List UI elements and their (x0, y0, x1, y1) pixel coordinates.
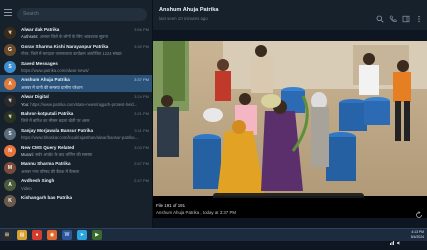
chat-list-item[interactable]: M Mannu Sharma Patrika 2:57 PM अलवर नगर परि… (0, 159, 152, 176)
preview-text: https://www.bhaskar.com/local/rajasthan/… (21, 135, 139, 141)
chat-name: Avdhesh Singh (21, 178, 55, 184)
preview-sender: You: (21, 101, 30, 107)
chat-list-item[interactable]: A Avdhesh Singh 2:47 PM Video (0, 176, 152, 193)
chat-preview: अलवर नगर परिषद की बैठक में फैसला (21, 169, 139, 175)
chat-list-item[interactable]: A Anshum Ahuja Patrika 3:37 PM अलवर में पान… (0, 75, 152, 93)
chat-header[interactable]: Anshum Ahuja Patrika last seen 10 minute… (153, 0, 427, 30)
chat-name: New CMS Query Related (21, 144, 75, 150)
chat-name: Sanjay Morjawala Bansur Patrika (21, 127, 93, 133)
rotate-icon[interactable] (415, 206, 423, 218)
chat-sidebar: Search प Alwar dak Patrika 3:56 PM Authsets… (0, 0, 153, 228)
chat-status: last seen 10 minutes ago (159, 16, 208, 21)
system-clock[interactable]: 4:13 PM 5/4/2024 (411, 230, 424, 239)
media-viewer: 00:02 -00:10 File 191 of 191 Anshum Ahuj… (153, 41, 427, 218)
media-player-icon[interactable]: ▶ (92, 230, 102, 240)
preview-text: अलवर में पानी की समस्या ग्रामीण परेशान (21, 84, 83, 90)
chat-preview: You: https://www.patrika.com/state-news/… (21, 102, 139, 107)
search-icon[interactable] (376, 10, 384, 23)
phone-call-icon[interactable] (389, 10, 397, 23)
chat-preview: गोरव: जिले में मतदाता जागरूकता कार्यक्रम… (21, 51, 139, 57)
avatar: S (4, 60, 16, 73)
avatar: K (4, 195, 16, 208)
windows-start-icon[interactable]: ⊞ (2, 230, 12, 240)
chat-time: 3:03 PM (134, 144, 149, 150)
chat-name: Alwar Digital (21, 94, 49, 100)
preview-text: जिले में बारिश का मौसम बदला खेती पर असर (21, 118, 90, 124)
network-icon[interactable] (390, 232, 394, 245)
media-sender[interactable]: Anshum Ahuja Patrika , today at 3:37 PM (156, 210, 236, 215)
chat-name: Saved Messages (21, 60, 58, 66)
firefox-icon[interactable]: ◉ (47, 230, 57, 240)
avatar: प (4, 27, 16, 40)
chat-title: Anshum Ahuja Patrika (159, 7, 219, 13)
avatar: A (4, 178, 16, 191)
chat-time: 3:11 PM (134, 127, 149, 133)
chat-list-item[interactable]: G Gorav Sharma Kishi Narayanpur Patrika 3:… (0, 42, 152, 59)
chat-name: Bahror-kotputali Patrika (21, 110, 74, 116)
avatar: G (4, 44, 16, 57)
media-info-bar: File 191 of 191 Anshum Ahuja Patrika , t… (153, 198, 427, 218)
chat-time: 2:57 PM (134, 161, 149, 167)
avatar: प (4, 94, 16, 107)
chat-time: 3:30 PM (134, 43, 149, 49)
avatar: S (4, 128, 16, 141)
file-counter: File 191 of 191 (156, 203, 186, 208)
speaker-icon[interactable] (397, 232, 401, 245)
word-icon[interactable]: W (62, 230, 72, 240)
chat-name: Kishangarh bas Patrika (21, 194, 73, 200)
chat-name: Alwar dak Patrika (21, 27, 60, 32)
preview-text: अलवर नगर परिषद की बैठक में फैसला (21, 168, 80, 174)
windows-taskbar: ⊞ ▤ ● ◉ W ➤ ▶ 4:13 PM 5/4/2024 (0, 228, 427, 245)
chat-preview: अलवर में पानी की समस्या ग्रामीण परेशान (21, 85, 139, 91)
chat-time: 2:47 PM (134, 178, 149, 184)
chat-list-item[interactable]: प Alwar dak Patrika 3:56 PM Authsets: अलवर … (0, 25, 152, 42)
preview-text: Video (21, 185, 32, 191)
chat-time: 3:37 PM (134, 77, 149, 83)
preview-text: अलवर जिले के लोगों के लिए आवश्यक सूचना (38, 34, 108, 40)
chat-name: Gorav Sharma Kishi Narayanpur Patrika (21, 43, 109, 49)
telegram-icon[interactable]: ➤ (77, 230, 87, 240)
chat-preview: https://www.bhaskar.com/local/rajasthan/… (21, 135, 139, 140)
chat-list-item[interactable]: N New CMS Query Related 3:03 PM Murari: सर्… (0, 143, 152, 160)
chat-time: 3:21 PM (134, 110, 149, 116)
avatar: M (4, 161, 16, 174)
chat-preview: जिले में बारिश का मौसम बदला खेती पर असर (21, 118, 139, 124)
chat-preview: Murari: सर्वर अपडेट के बाद लॉगिन की समस्… (21, 152, 139, 158)
hamburger-menu-icon[interactable] (4, 9, 12, 16)
file-explorer-icon[interactable]: ▤ (17, 230, 27, 240)
chat-name: Anshum Ahuja Patrika (21, 77, 70, 83)
more-options-icon[interactable] (415, 10, 423, 23)
preview-text: गोरव: जिले में मतदाता जागरूकता कार्यक्रम… (21, 51, 122, 57)
chat-list-item[interactable]: प Alwar Digital 3:24 PM You: https://www.pa… (0, 92, 152, 109)
sidebar-toggle-icon[interactable] (402, 10, 410, 23)
preview-text: https://www.patrika.com/state-news/rajga… (29, 101, 138, 107)
search-input[interactable]: Search (17, 8, 147, 21)
preview-text: https://www.patrika.com/alwar-news/ (21, 67, 89, 73)
chat-list-item[interactable]: S Saved Messages https://www.patrika.com/a… (0, 59, 152, 76)
chat-preview: Video (21, 186, 139, 191)
avatar: A (4, 77, 16, 90)
chat-time: 3:24 PM (134, 94, 149, 100)
preview-text: सर्वर अपडेट के बाद लॉगिन की समस्या (34, 151, 93, 157)
chat-list: प Alwar dak Patrika 3:56 PM Authsets: अलवर … (0, 25, 152, 210)
chat-list-item[interactable]: S Sanjay Morjawala Bansur Patrika 3:11 PM h… (0, 126, 152, 143)
chat-list-item[interactable]: K Kishangarh bas Patrika (0, 193, 152, 210)
chat-preview: Authsets: अलवर जिले के लोगों के लिए आवश्… (21, 34, 139, 40)
video-frame[interactable] (153, 41, 427, 196)
preview-sender: Authsets: (21, 34, 39, 40)
preview-sender: Murari: (21, 151, 35, 157)
clock-time: 4:13 PM (411, 230, 424, 234)
chat-name: Mannu Sharma Patrika (21, 161, 71, 167)
avatar: N (4, 144, 16, 157)
chat-panel: Anshum Ahuja Patrika last seen 10 minute… (153, 0, 427, 228)
chat-list-item[interactable]: प Bahror-kotputali Patrika 3:21 PM जिले में… (0, 109, 152, 126)
chat-time: 3:56 PM (134, 27, 149, 32)
clock-date: 5/4/2024 (410, 234, 424, 239)
avatar: प (4, 111, 16, 124)
chat-preview: https://www.patrika.com/alwar-news/ (21, 68, 139, 73)
chrome-icon[interactable]: ● (32, 230, 42, 240)
